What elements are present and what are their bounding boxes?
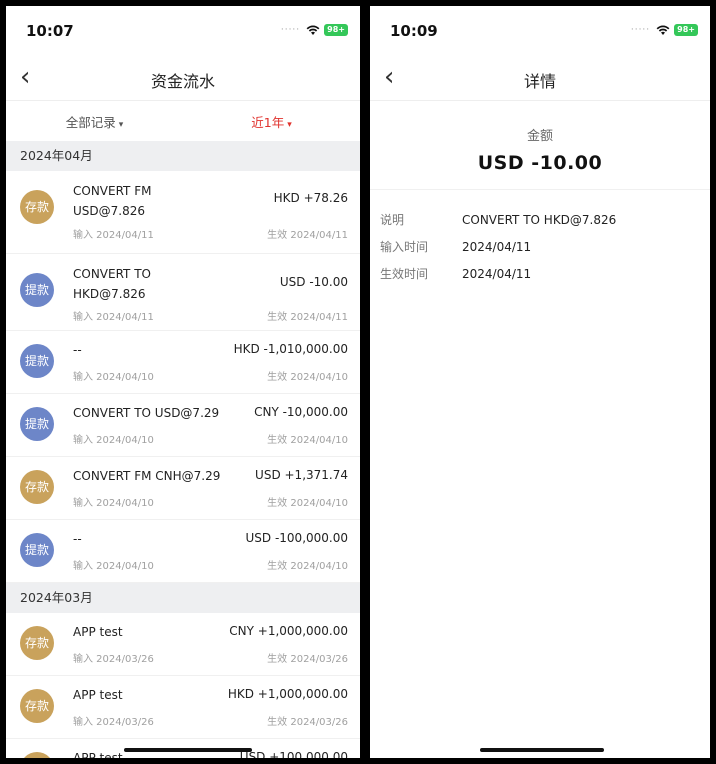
transaction-amount: HKD +1,000,000.00 xyxy=(227,687,348,701)
withdraw-badge: 提款 xyxy=(20,533,54,567)
transaction-amount: CNY -10,000.00 xyxy=(254,405,348,419)
effective-date: 生效 2024/04/10 xyxy=(267,435,348,446)
transaction-amount: USD -100,000.00 xyxy=(245,531,349,545)
transaction-desc: CONVERT TO USD@7.29 xyxy=(73,406,220,420)
filter-bar: 全部记录 ▾ 近1年 ▾ xyxy=(6,101,360,141)
filter-all-label: 全部记录 xyxy=(65,114,116,130)
detail-value: 2024/04/11 xyxy=(462,239,532,254)
transaction-row[interactable]: 提款 CONVERT TO USD@7.29 输入 2024/04/10 CNY… xyxy=(6,394,360,457)
status-bar: 10:07 ····· 98+ xyxy=(6,6,360,56)
effective-date: 生效 2024/04/10 xyxy=(267,561,348,572)
month-header: 2024年03月 xyxy=(6,583,360,613)
detail-value: 2024/04/11 xyxy=(462,266,532,281)
status-time: 10:07 xyxy=(26,22,74,40)
deposit-badge: 存款 xyxy=(20,470,54,504)
status-time: 10:09 xyxy=(390,22,438,40)
transaction-row[interactable]: 存款 CONVERT FM CNH@7.29 输入 2024/04/10 USD… xyxy=(6,457,360,520)
home-indicator[interactable] xyxy=(124,748,252,752)
transaction-desc: APP test xyxy=(73,625,123,639)
transaction-amount: HKD -1,010,000.00 xyxy=(233,342,348,356)
battery-icon: 98+ xyxy=(674,24,698,36)
transaction-desc: CONVERT FM USD@7.826 xyxy=(73,184,152,218)
transaction-row[interactable]: 存款 CONVERT FM USD@7.826 输入 2024/04/11 HK… xyxy=(6,171,360,254)
transaction-desc: CONVERT FM CNH@7.29 xyxy=(73,469,221,483)
nav-bar: ‹ 详情 xyxy=(370,56,710,101)
input-date: 输入 2024/04/10 xyxy=(73,372,154,383)
deposit-badge: 存款 xyxy=(20,689,54,723)
page-title: 资金流水 xyxy=(150,72,215,91)
transaction-desc: APP test xyxy=(73,688,123,702)
transaction-row[interactable]: 存款 APP test 输入 2024/03/26 CNY +1,000,000… xyxy=(6,613,360,676)
signal-dots-icon: ····· xyxy=(280,25,301,35)
detail-row-effective-time: 生效时间 2024/04/11 xyxy=(370,260,710,287)
input-date: 输入 2024/04/10 xyxy=(73,435,154,446)
status-icons: ····· 98+ xyxy=(631,24,698,36)
transaction-row[interactable]: 存款 APP test 输入 2024/03/26 HKD +1,000,000… xyxy=(6,676,360,739)
effective-date: 生效 2024/03/26 xyxy=(267,717,348,728)
fund-flow-screen: 10:07 ····· 98+ ‹ 资金流水 全部记录 ▾ 近1年 ▾ 2024年0… xyxy=(6,6,360,758)
transaction-desc: -- xyxy=(73,532,82,546)
deposit-badge: 存款 xyxy=(20,190,54,224)
input-date: 输入 2024/04/10 xyxy=(73,498,154,509)
wifi-icon xyxy=(306,25,320,35)
transaction-desc: CONVERT TO HKD@7.826 xyxy=(73,267,151,301)
battery-icon: 98+ xyxy=(324,24,348,36)
effective-date: 生效 2024/04/11 xyxy=(267,230,348,241)
nav-bar: ‹ 资金流水 xyxy=(6,56,360,101)
effective-date: 生效 2024/04/10 xyxy=(267,498,348,509)
detail-label: 生效时间 xyxy=(380,267,429,281)
status-icons: ····· 98+ xyxy=(281,24,348,36)
amount-value: USD -10.00 xyxy=(477,152,603,174)
detail-row-input-time: 输入时间 2024/04/11 xyxy=(370,233,710,260)
withdraw-badge: 提款 xyxy=(20,273,54,307)
caret-down-icon: ▾ xyxy=(287,119,292,130)
transaction-list: 2024年04月 存款 CONVERT FM USD@7.826 输入 2024… xyxy=(6,141,360,758)
transaction-amount: HKD +78.26 xyxy=(273,191,348,205)
transaction-amount: USD +1,371.74 xyxy=(255,468,348,482)
detail-label: 说明 xyxy=(380,213,405,227)
detail-row-description: 说明 CONVERT TO HKD@7.826 xyxy=(370,206,710,233)
caret-down-icon: ▾ xyxy=(118,119,124,130)
withdraw-badge: 提款 xyxy=(20,344,54,378)
input-date: 输入 2024/04/11 xyxy=(73,230,154,241)
transaction-row[interactable]: 提款 CONVERT TO HKD@7.826 输入 2024/04/11 US… xyxy=(6,254,360,331)
status-bar: 10:09 ····· 98+ xyxy=(370,6,710,56)
transaction-amount: USD +100,000.00 xyxy=(239,750,348,758)
filter-date-range[interactable]: 近1年 ▾ xyxy=(183,112,360,131)
transaction-row[interactable]: 提款 -- 输入 2024/04/10 HKD -1,010,000.00 生效… xyxy=(6,331,360,394)
wifi-icon xyxy=(656,25,670,35)
detail-value: CONVERT TO HKD@7.826 xyxy=(462,212,617,227)
withdraw-badge: 提款 xyxy=(20,407,54,441)
input-date: 输入 2024/04/10 xyxy=(73,561,154,572)
input-date: 输入 2024/03/26 xyxy=(73,717,154,728)
detail-screen: 10:09 ····· 98+ ‹ 详情 金额 USD -10.00 说明 CO… xyxy=(370,6,710,758)
effective-date: 生效 2024/04/10 xyxy=(267,372,348,383)
detail-list: 说明 CONVERT TO HKD@7.826 输入时间 2024/04/11 … xyxy=(370,190,710,287)
transaction-desc: -- xyxy=(73,343,82,357)
filter-all-records[interactable]: 全部记录 ▾ xyxy=(6,112,183,131)
month-header: 2024年04月 xyxy=(6,141,360,171)
detail-label: 输入时间 xyxy=(380,240,429,254)
effective-date: 生效 2024/03/26 xyxy=(267,654,348,665)
amount-label: 金额 xyxy=(526,129,553,144)
effective-date: 生效 2024/04/11 xyxy=(267,312,348,323)
home-indicator[interactable] xyxy=(480,748,604,752)
transaction-row[interactable]: 提款 -- 输入 2024/04/10 USD -100,000.00 生效 2… xyxy=(6,520,360,583)
page-title: 详情 xyxy=(523,72,556,91)
transaction-amount: CNY +1,000,000.00 xyxy=(229,624,348,638)
filter-range-label: 近1年 xyxy=(251,114,285,130)
transaction-amount: USD -10.00 xyxy=(279,275,348,289)
signal-dots-icon: ····· xyxy=(630,25,651,35)
input-date: 输入 2024/04/11 xyxy=(73,312,154,323)
deposit-badge: 存款 xyxy=(20,752,54,758)
amount-summary: 金额 USD -10.00 xyxy=(370,101,710,190)
deposit-badge: 存款 xyxy=(20,626,54,660)
input-date: 输入 2024/03/26 xyxy=(73,654,154,665)
